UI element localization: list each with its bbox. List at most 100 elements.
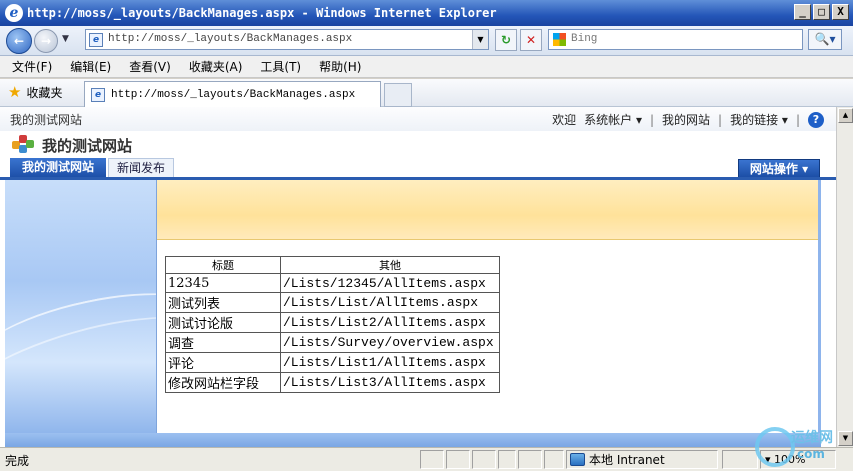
list-path: /Lists/Survey/overview.aspx <box>280 332 500 353</box>
divider: | <box>649 112 655 127</box>
main-zone: 标题 其他 12345 /Lists/12345/AllItems.aspx 测… <box>157 180 821 433</box>
quick-launch-panel <box>5 180 157 433</box>
list-title: 12345 <box>165 273 281 293</box>
list-title: 调查 <box>165 332 281 353</box>
window-titlebar: e http://moss/_layouts/BackManages.aspx … <box>0 0 853 26</box>
favorites-button[interactable]: ★ 收藏夹 <box>8 84 62 101</box>
divider: | <box>718 112 723 127</box>
table-row: 测试讨论版 /Lists/List2/AllItems.aspx <box>165 312 500 333</box>
list-path: /Lists/12345/AllItems.aspx <box>280 273 500 293</box>
sp-body: 标题 其他 12345 /Lists/12345/AllItems.aspx 测… <box>0 180 836 447</box>
chevron-down-icon: ▾ <box>781 113 788 127</box>
table-row: 评论 /Lists/List1/AllItems.aspx <box>165 352 500 373</box>
page-icon: e <box>89 33 103 47</box>
sp-user-links: 欢迎 系统帐户 ▾ | 我的网站 | 我的链接 ▾ | ? <box>552 111 824 128</box>
window-title: http://moss/_layouts/BackManages.aspx - … <box>27 6 497 20</box>
favorites-bar: ★ 收藏夹 e http://moss/_layouts/BackManages… <box>0 79 853 107</box>
new-tab-button[interactable] <box>384 83 412 107</box>
scroll-up-icon[interactable]: ▲ <box>838 108 853 123</box>
status-cell <box>472 450 496 469</box>
tab-home[interactable]: 我的测试网站 <box>10 158 106 178</box>
recent-pages-dropdown[interactable]: ▼ <box>62 34 69 44</box>
zone-label: 本地 Intranet <box>589 453 665 467</box>
window-controls: _ □ X <box>794 4 849 20</box>
chevron-down-icon: ▾ <box>635 113 642 127</box>
sp-site-header: 我的测试网站 <box>0 131 836 157</box>
status-bar: 完成 本地 Intranet ▾ 100% <box>0 447 853 471</box>
refresh-button[interactable]: ↻ <box>495 29 517 51</box>
star-icon: ★ <box>8 83 22 101</box>
vertical-scrollbar[interactable]: ▲ ▼ <box>836 107 853 447</box>
my-links-label: 我的链接 <box>730 113 779 127</box>
search-button[interactable]: 🔍▾ <box>808 29 842 50</box>
status-cell <box>498 450 516 469</box>
forward-button[interactable]: → <box>34 29 58 53</box>
status-cell <box>544 450 564 469</box>
table-header-row: 标题 其他 <box>165 256 500 274</box>
status-cell <box>518 450 542 469</box>
address-input[interactable]: e http://moss/_layouts/BackManages.aspx … <box>85 29 489 50</box>
lists-table: 标题 其他 12345 /Lists/12345/AllItems.aspx 测… <box>165 256 500 393</box>
column-header-other: 其他 <box>280 256 500 274</box>
menu-edit[interactable]: 编辑(E) <box>64 58 117 75</box>
ie-icon: e <box>5 4 23 22</box>
menu-bar: 文件(F) 编辑(E) 查看(V) 收藏夹(A) 工具(T) 帮助(H) <box>0 56 853 78</box>
status-cell <box>420 450 444 469</box>
menu-tools[interactable]: 工具(T) <box>254 58 307 75</box>
column-header-title: 标题 <box>165 256 281 274</box>
table-row: 修改网站栏字段 /Lists/List3/AllItems.aspx <box>165 372 500 393</box>
sp-global-bar: 我的测试网站 欢迎 系统帐户 ▾ | 我的网站 | 我的链接 ▾ | ? <box>0 107 836 131</box>
security-zone[interactable]: 本地 Intranet <box>566 450 718 469</box>
menu-view[interactable]: 查看(V) <box>123 58 177 75</box>
status-text: 完成 <box>5 454 30 468</box>
footer-strip <box>5 433 821 447</box>
sp-top-nav: 我的测试网站 新闻发布 网站操作 ▾ <box>0 158 836 180</box>
watermark-subtext: com <box>797 447 825 461</box>
watermark-logo: 运维网 com <box>755 425 853 471</box>
search-input[interactable]: Bing <box>548 29 803 50</box>
site-title[interactable]: 我的测试网站 <box>42 135 132 156</box>
divider: | <box>795 112 800 127</box>
navigation-bar: ← → ▼ e http://moss/_layouts/BackManages… <box>0 26 853 56</box>
menu-help[interactable]: 帮助(H) <box>313 58 367 75</box>
address-dropdown-icon[interactable]: ▼ <box>472 30 488 49</box>
list-title: 测试列表 <box>165 292 281 313</box>
protected-mode-cell[interactable] <box>722 450 758 469</box>
back-button[interactable]: ← <box>6 28 32 54</box>
page-content: 我的测试网站 欢迎 系统帐户 ▾ | 我的网站 | 我的链接 ▾ | ? 我的测… <box>0 107 836 447</box>
menu-file[interactable]: 文件(F) <box>6 58 58 75</box>
close-button[interactable]: X <box>832 4 849 20</box>
sp-breadcrumb-site[interactable]: 我的测试网站 <box>10 111 82 128</box>
minimize-button[interactable]: _ <box>794 4 811 20</box>
search-placeholder: Bing <box>571 33 598 45</box>
tab-title: http://moss/_layouts/BackManages.aspx <box>111 88 356 101</box>
list-path: /Lists/List2/AllItems.aspx <box>280 312 500 333</box>
menu-favorites[interactable]: 收藏夹(A) <box>183 58 249 75</box>
list-title: 测试讨论版 <box>165 312 281 333</box>
my-site-link[interactable]: 我的网站 <box>662 111 710 128</box>
user-menu-label: 系统帐户 <box>584 113 633 127</box>
table-row: 12345 /Lists/12345/AllItems.aspx <box>165 273 500 293</box>
maximize-button[interactable]: □ <box>813 4 830 20</box>
welcome-text: 欢迎 <box>552 113 577 127</box>
list-path: /Lists/List/AllItems.aspx <box>280 292 500 313</box>
page-banner <box>157 180 818 240</box>
site-actions-menu[interactable]: 网站操作 ▾ <box>738 159 820 178</box>
status-cell <box>446 450 470 469</box>
tab-page-icon: e <box>91 87 105 102</box>
site-logo-icon <box>12 135 34 155</box>
watermark-ring <box>755 427 795 467</box>
table-row: 测试列表 /Lists/List/AllItems.aspx <box>165 292 500 313</box>
address-text: http://moss/_layouts/BackManages.aspx <box>108 33 353 45</box>
user-menu[interactable]: 系统帐户 ▾ <box>584 111 642 128</box>
list-path: /Lists/List3/AllItems.aspx <box>280 372 500 393</box>
site-actions-label: 网站操作 <box>749 162 798 176</box>
list-title: 修改网站栏字段 <box>165 372 281 393</box>
intranet-icon <box>570 453 585 466</box>
my-links-menu[interactable]: 我的链接 ▾ <box>730 111 788 128</box>
browser-tab-active[interactable]: e http://moss/_layouts/BackManages.aspx <box>84 81 381 107</box>
stop-button[interactable]: ✕ <box>520 29 542 51</box>
bing-icon <box>553 33 566 46</box>
tab-news[interactable]: 新闻发布 <box>108 158 174 178</box>
help-icon[interactable]: ? <box>808 111 824 128</box>
